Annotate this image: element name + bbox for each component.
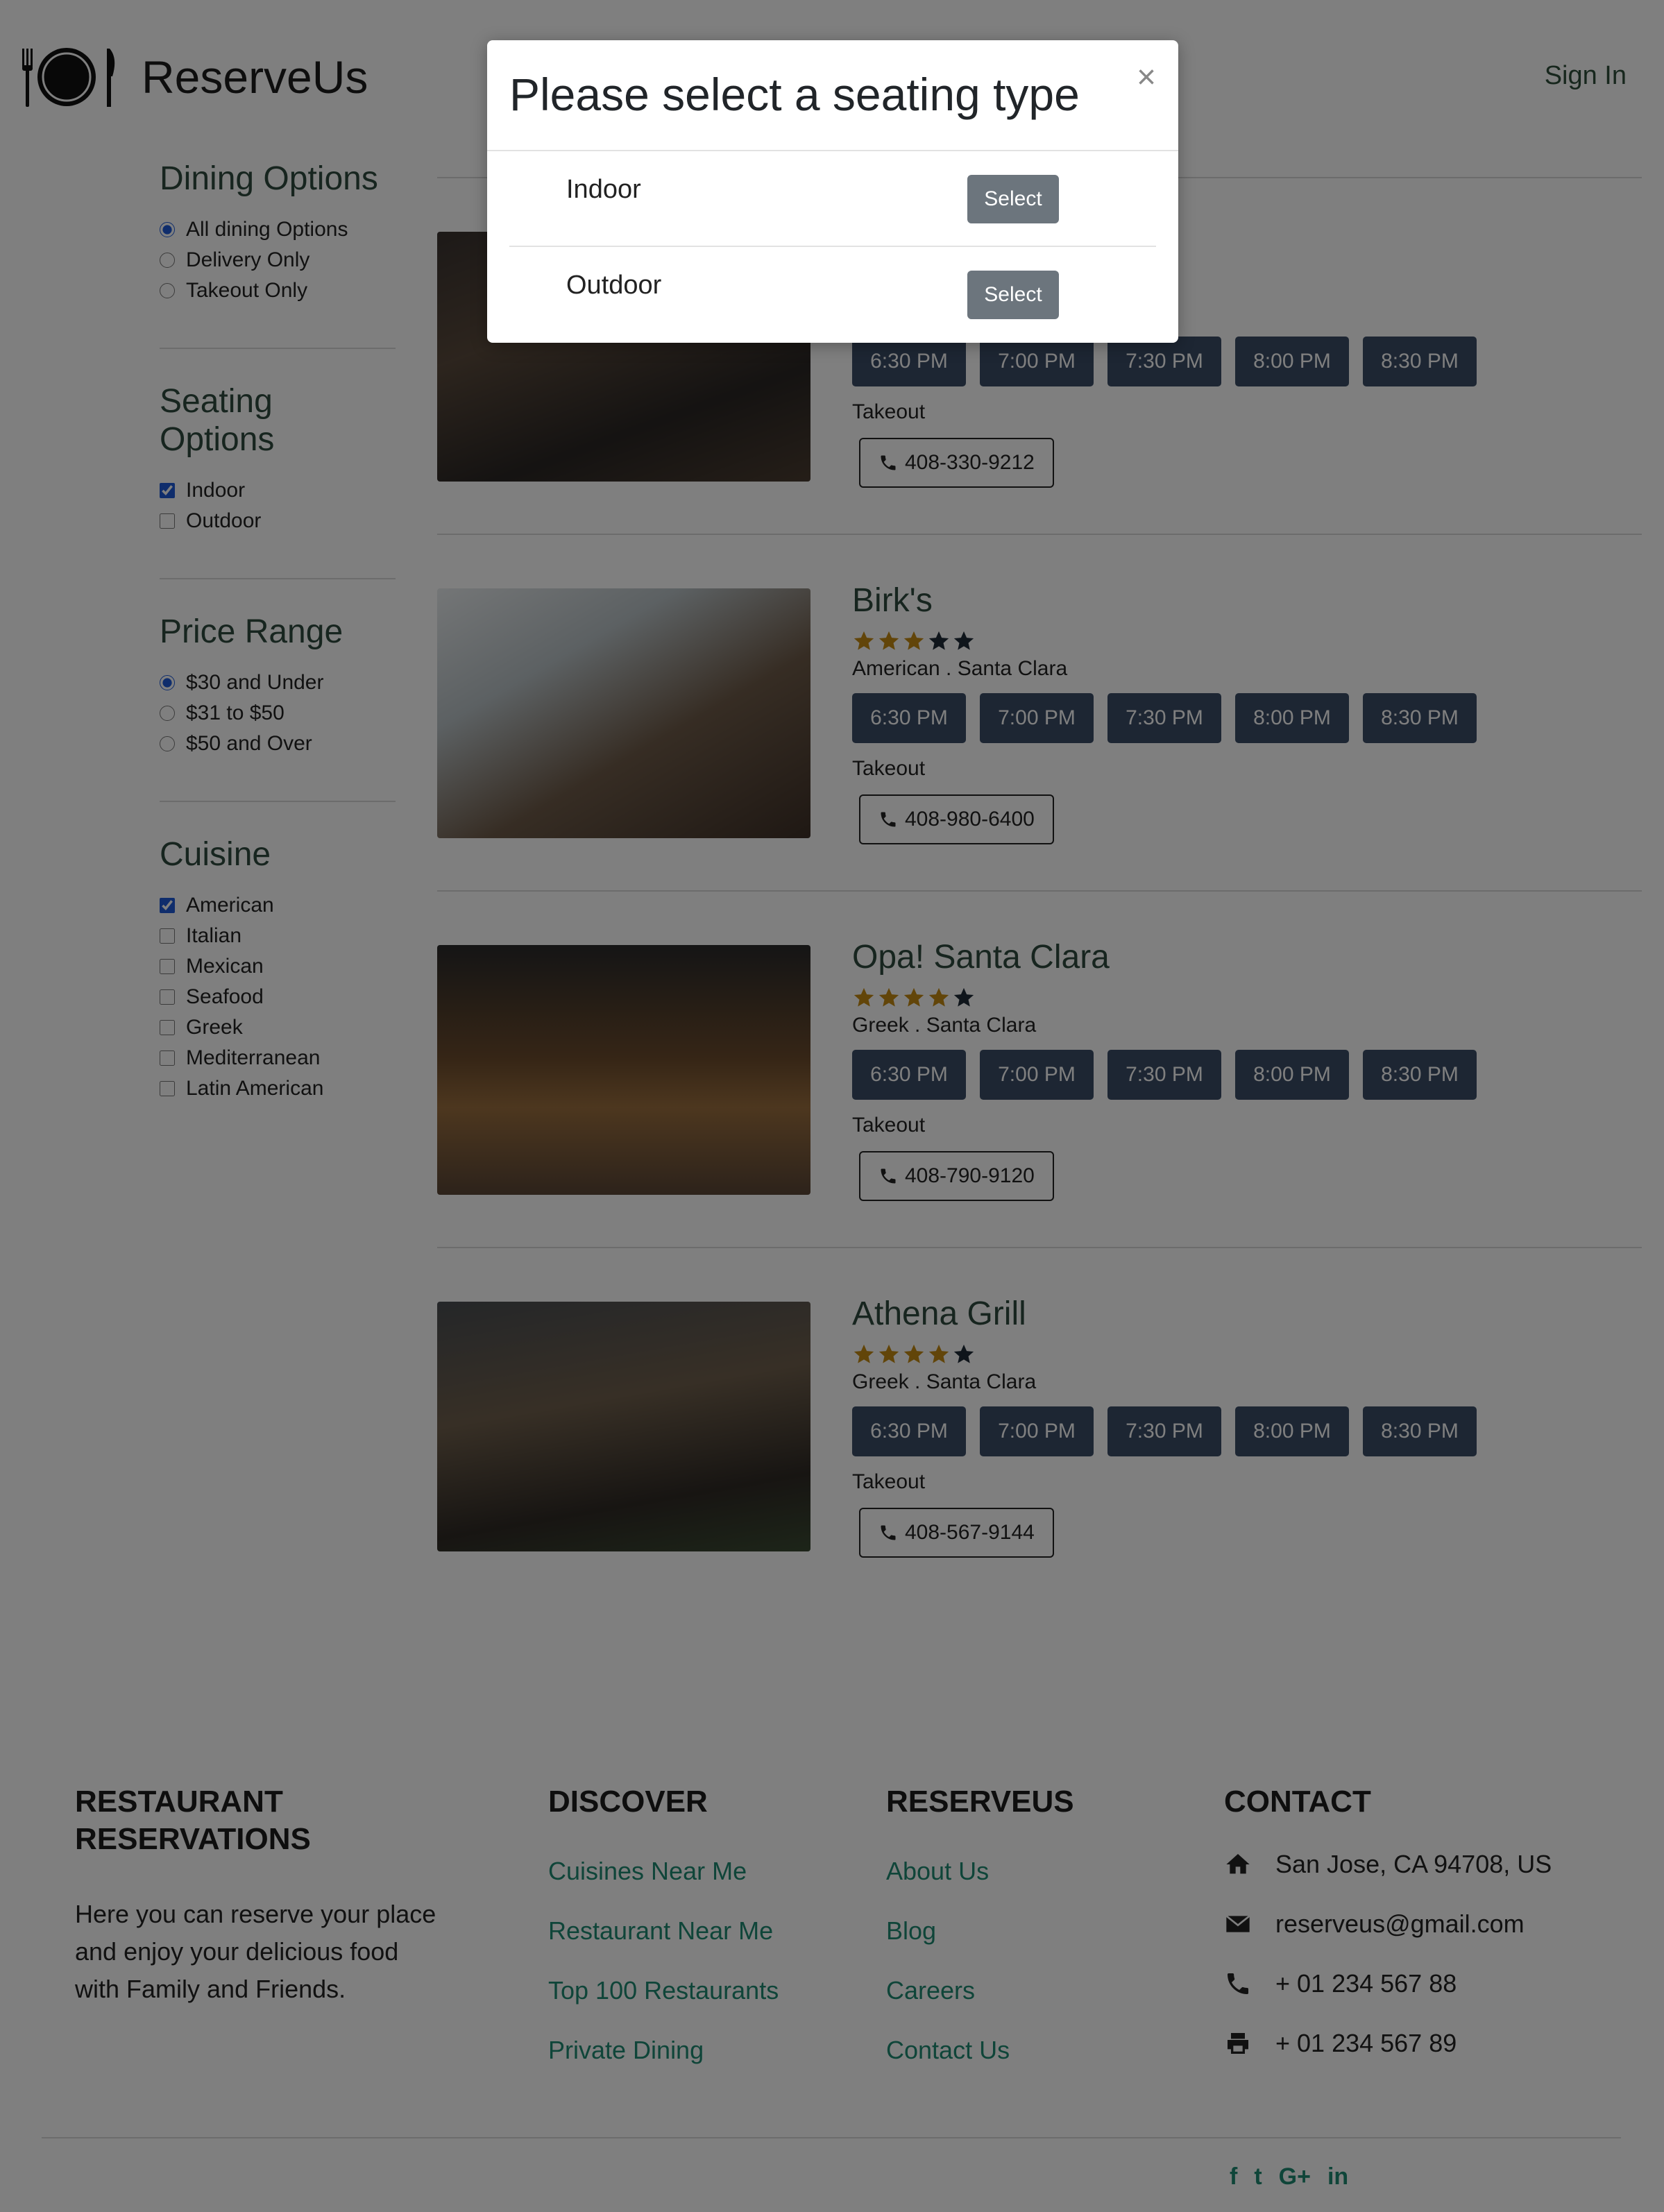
modal-title: Please select a seating type: [509, 69, 1080, 120]
close-icon[interactable]: ×: [1137, 58, 1156, 96]
seating-type-modal: Please select a seating type × Indoor Se…: [487, 40, 1178, 343]
select-indoor-button[interactable]: Select: [967, 175, 1059, 223]
select-outdoor-button[interactable]: Select: [967, 271, 1059, 319]
seating-label: Outdoor: [566, 271, 662, 300]
seating-option-row: Indoor Select: [509, 151, 1156, 247]
seating-option-row: Outdoor Select: [509, 247, 1156, 343]
seating-label: Indoor: [566, 175, 641, 204]
